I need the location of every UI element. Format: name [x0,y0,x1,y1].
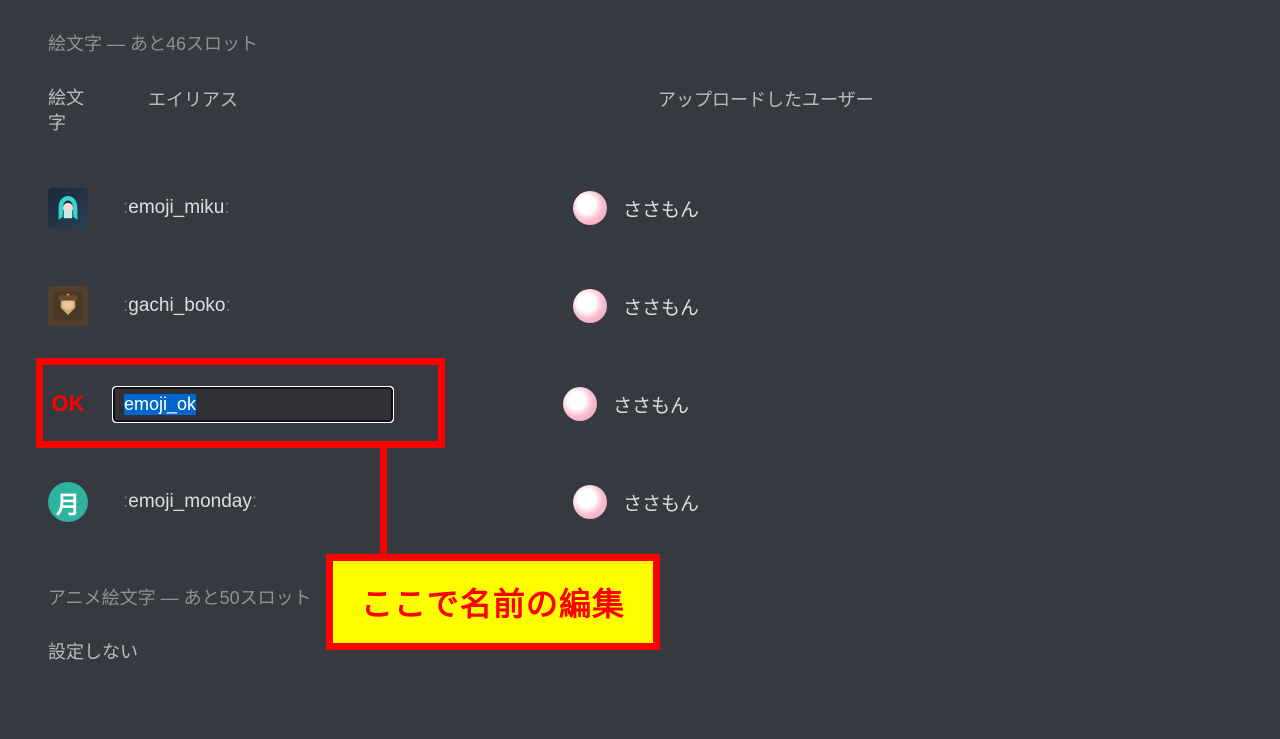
emoji-row[interactable]: 月 :emoji_monday: ささもん [48,470,1232,534]
emoji-row[interactable]: :emoji_miku: ささもん [48,176,1232,240]
animated-section-header: アニメ絵文字 — あと50スロット [48,584,1232,610]
uploader-cell: ささもん [573,191,699,225]
column-uploader: アップロードしたユーザー [588,86,1232,136]
emoji-alias[interactable]: :emoji_miku: [123,197,573,219]
emoji-row[interactable]: :gachi_boko: ささもん [48,274,1232,338]
alias-input[interactable] [113,387,393,422]
uploader-cell: ささもん [573,289,699,323]
table-header: 絵文 字 エイリアス アップロードしたユーザー [48,86,1232,136]
emoji-ok-icon: OK [48,384,88,424]
emoji-alias[interactable]: :emoji_monday: [123,491,573,513]
emoji-alias[interactable]: :gachi_boko: [123,295,573,317]
uploader-name: ささもん [623,489,699,516]
uploader-cell: ささもん [563,387,689,421]
column-emoji: 絵文 字 [48,86,108,136]
column-alias: エイリアス [108,86,588,136]
uploader-name: ささもん [623,195,699,222]
emoji-monday-icon: 月 [48,482,88,522]
emoji-row[interactable]: OK ささもん [48,372,1232,436]
avatar-icon [573,191,607,225]
avatar-icon [563,387,597,421]
avatar-icon [573,485,607,519]
avatar-icon [573,289,607,323]
emoji-miku-icon [48,188,88,228]
uploader-cell: ささもん [573,485,699,519]
uploader-name: ささもん [613,391,689,418]
section-header: 絵文字 — あと46スロット [48,30,1232,56]
uploader-name: ささもん [623,293,699,320]
emoji-alias-editing[interactable] [113,387,563,422]
none-set-text: 設定しない [48,638,1232,664]
emoji-gachi-icon [48,286,88,326]
